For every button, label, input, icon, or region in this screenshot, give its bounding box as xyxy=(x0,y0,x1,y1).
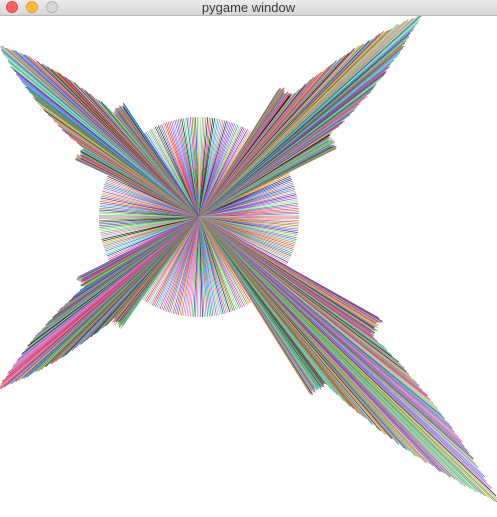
drawing-canvas xyxy=(0,16,497,517)
line-art xyxy=(0,16,497,503)
line-bundle xyxy=(0,16,497,503)
window-title: pygame window xyxy=(201,0,296,15)
title-bar[interactable]: pygame window xyxy=(0,0,497,16)
pygame-window: pygame window xyxy=(0,0,497,517)
